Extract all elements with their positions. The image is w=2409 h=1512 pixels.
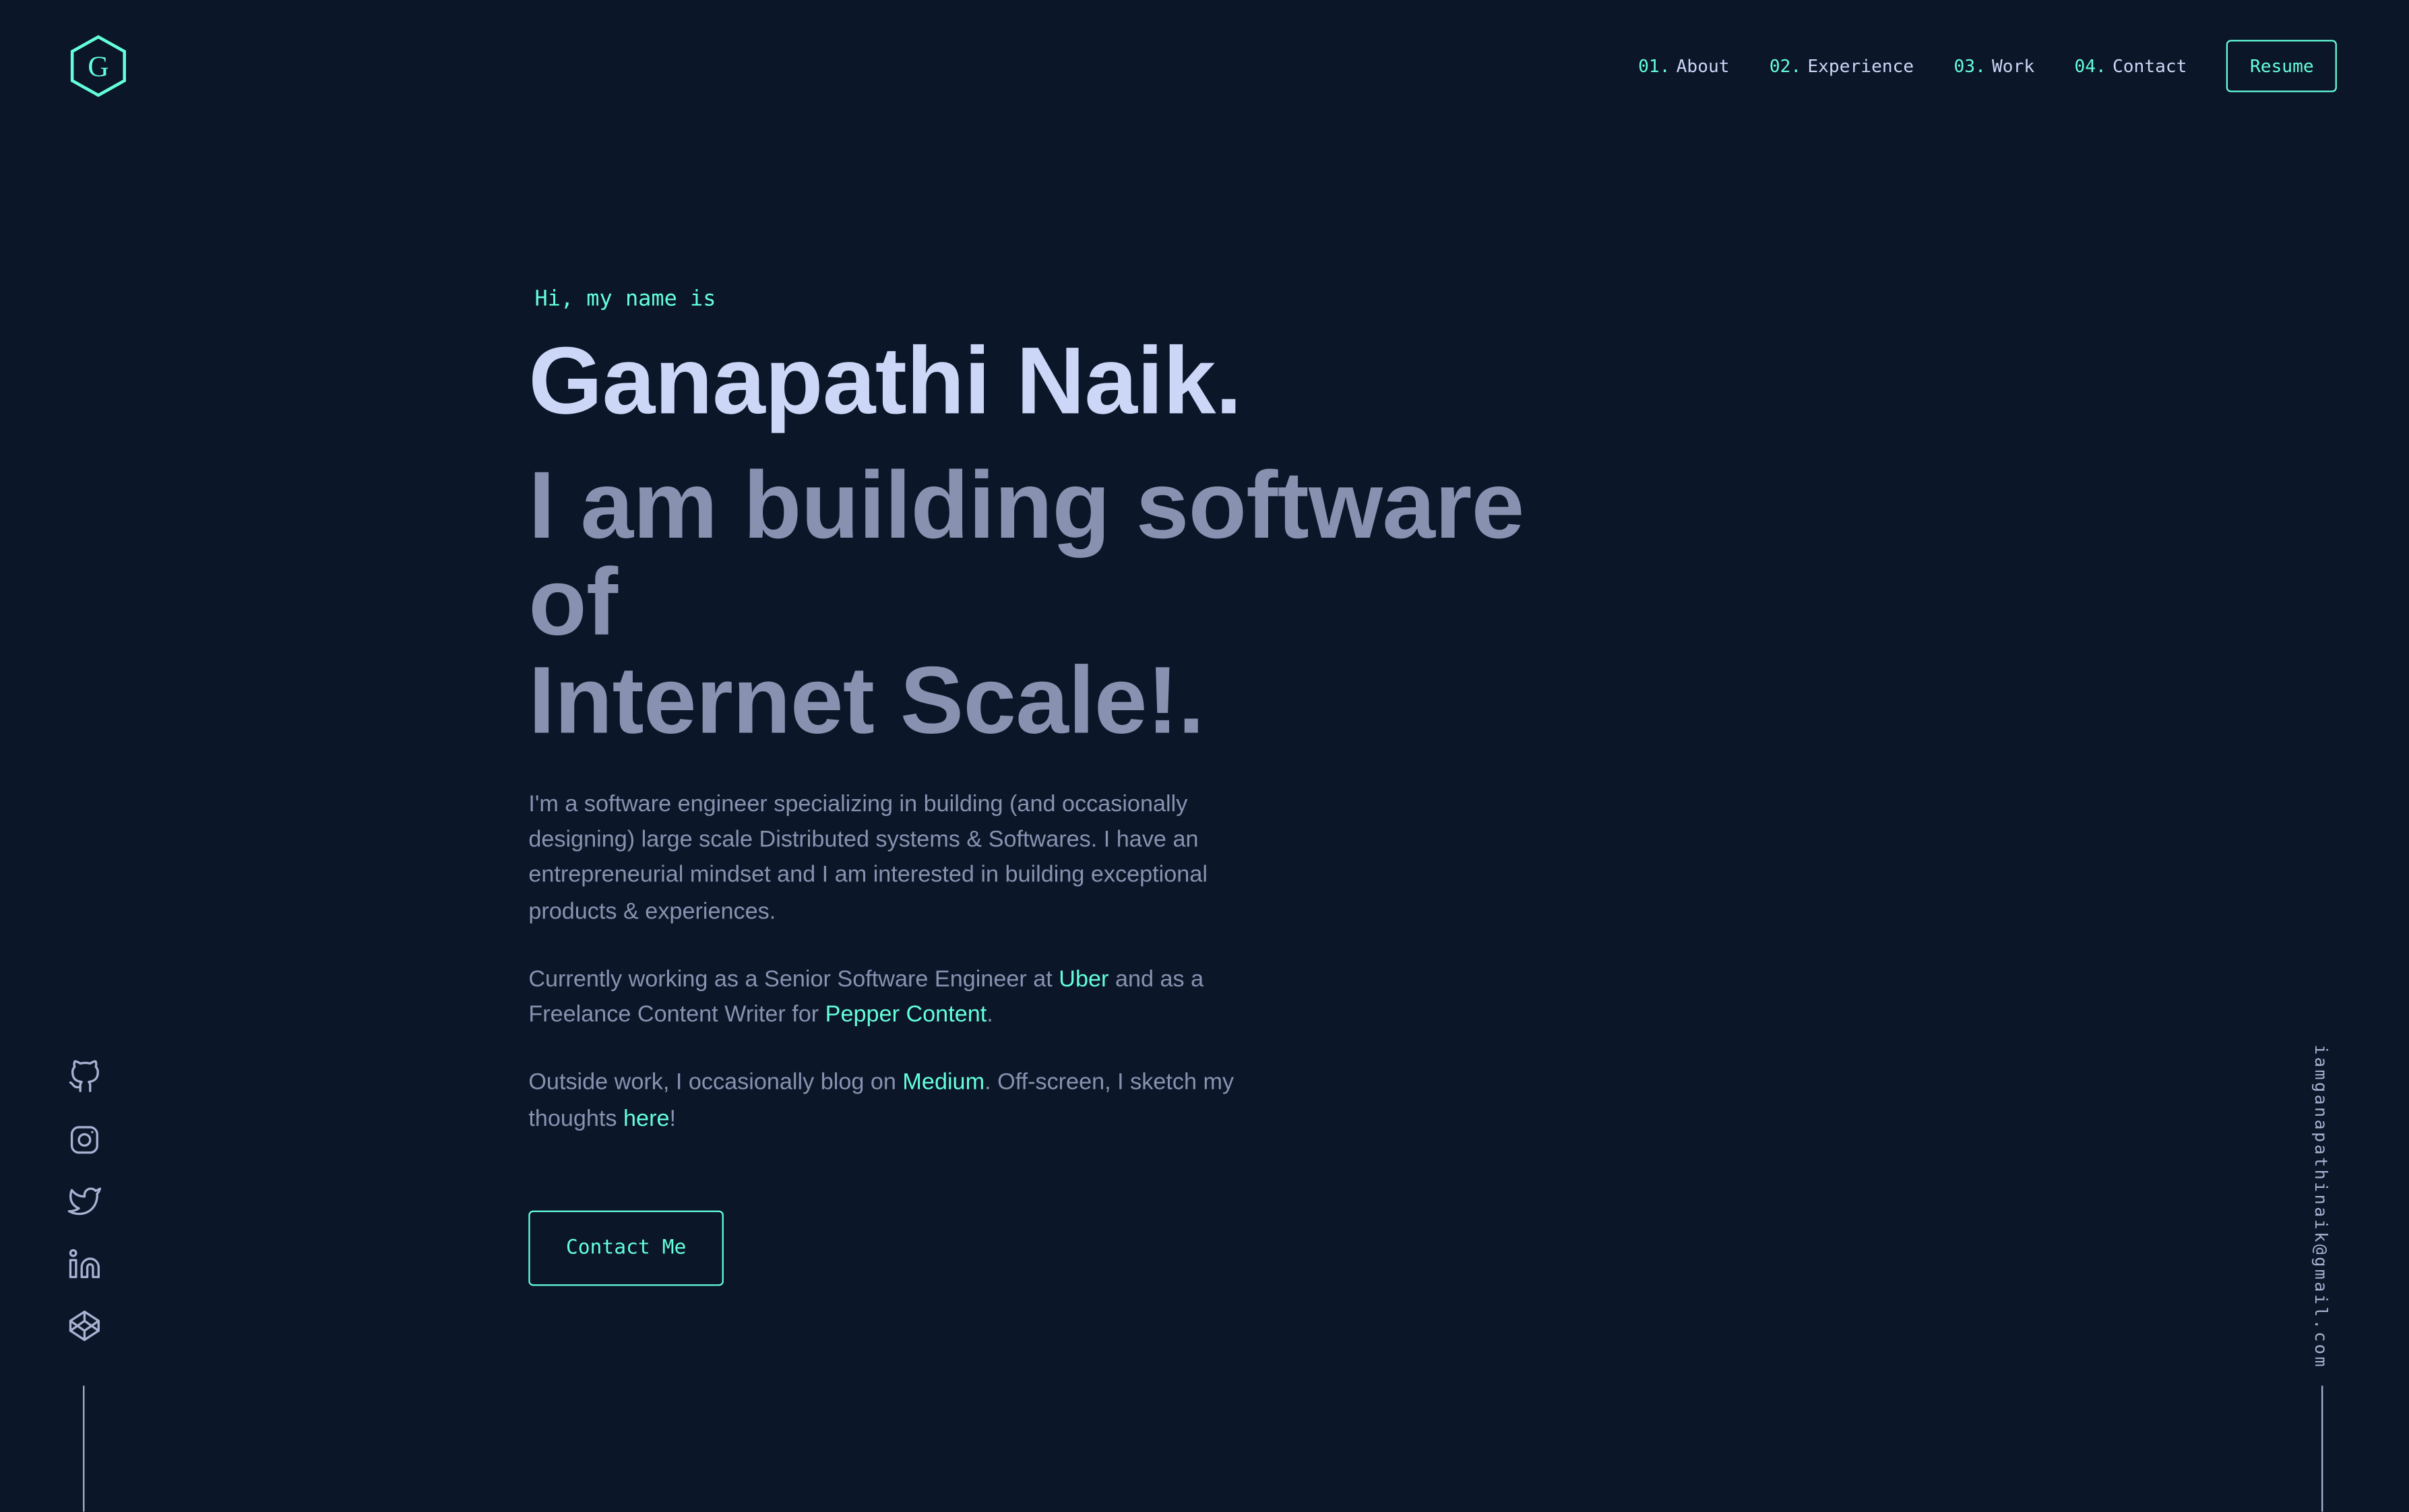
instagram-link[interactable]	[67, 1123, 101, 1156]
hero-hobby-paragraph: Outside work, I occasionally blog on Med…	[528, 1065, 1265, 1137]
twitter-link[interactable]	[67, 1185, 102, 1218]
linkedin-icon	[69, 1248, 100, 1278]
uber-link[interactable]: Uber	[1059, 966, 1108, 993]
nav-item-label: Contact	[2112, 55, 2187, 77]
instagram-icon	[70, 1125, 98, 1154]
contact-me-button[interactable]: Contact Me	[528, 1210, 724, 1286]
hexagon-logo-icon: G	[70, 35, 126, 97]
hero-tagline-line1: I am building software of	[528, 453, 1524, 657]
nav-item-label: Experience	[1807, 55, 1914, 77]
paragraph-text: Currently working as a Senior Software E…	[528, 966, 1059, 993]
nav-item-work[interactable]: 03. Work	[1954, 55, 2035, 77]
resume-button[interactable]: Resume	[2226, 40, 2337, 92]
nav-item-number: 04.	[2074, 55, 2106, 77]
main-nav: 01. About 02. Experience 03. Work 04. Co…	[1638, 40, 2337, 92]
twitter-icon	[67, 1187, 102, 1216]
github-link[interactable]	[67, 1060, 101, 1094]
nav-item-label: About	[1676, 55, 1730, 77]
sketch-link[interactable]: here	[623, 1106, 669, 1132]
hero-bio-paragraph: I'm a software engineer specializing in …	[528, 790, 1208, 924]
nav-item-contact[interactable]: 04. Contact	[2074, 55, 2187, 77]
hero-name: Ganapathi Naik.	[528, 329, 1242, 435]
codepen-link[interactable]	[67, 1309, 101, 1343]
right-divider-line	[2321, 1385, 2323, 1512]
nav-item-experience[interactable]: 02. Experience	[1770, 55, 1914, 77]
logo-letter: G	[88, 51, 108, 83]
nav-item-number: 01.	[1638, 55, 1670, 77]
hero-tagline: I am building software of Internet Scale…	[528, 458, 1635, 750]
nav-item-number: 03.	[1953, 55, 1986, 77]
hero-work-paragraph: Currently working as a Senior Software E…	[528, 962, 1265, 1033]
email-link[interactable]: iamganapathinaik@gmail.com	[2311, 1044, 2331, 1369]
page: G 01. About 02. Experience 03. Work 04. …	[0, 0, 2409, 1512]
left-divider-line	[83, 1385, 85, 1512]
paragraph-text: Outside work, I occasionally blog on	[528, 1069, 903, 1096]
hero-tagline-line2: Internet Scale!.	[528, 648, 1204, 754]
github-icon	[69, 1060, 99, 1092]
paragraph-text: .	[987, 1001, 993, 1028]
codepen-icon	[69, 1311, 100, 1342]
nav-item-number: 02.	[1769, 55, 1802, 77]
logo[interactable]: G	[67, 34, 129, 98]
social-links	[67, 1060, 102, 1371]
hero-intro: Hi, my name is	[534, 287, 716, 312]
hero-section: Hi, my name is Ganapathi Naik. I am buil…	[528, 286, 1635, 1286]
medium-link[interactable]: Medium	[902, 1070, 984, 1096]
nav-item-label: Work	[1992, 55, 2035, 77]
linkedin-link[interactable]	[67, 1247, 101, 1280]
paragraph-text: !	[669, 1105, 677, 1132]
nav-item-about[interactable]: 01. About	[1638, 55, 1729, 77]
pepper-content-link[interactable]: Pepper Content	[825, 1002, 987, 1028]
